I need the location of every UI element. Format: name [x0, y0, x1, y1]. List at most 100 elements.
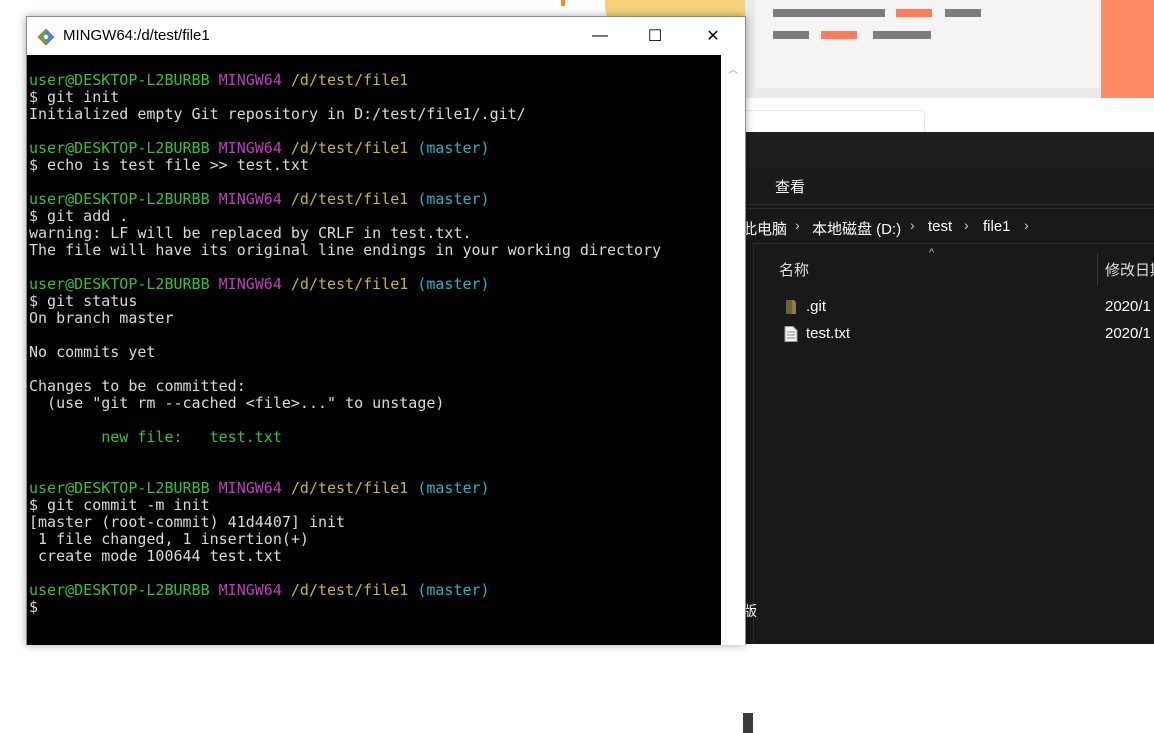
terminal-prompt-line: user@DESKTOP-L2BURBB MINGW64 /d/test/fil…: [29, 276, 721, 293]
illustration-bar: [773, 9, 885, 17]
prompt-path: /d/test/file1: [290, 190, 409, 208]
breadcrumb-separator: ›: [910, 217, 915, 233]
terminal-prompt-line: user@DESKTOP-L2BURBB MINGW64 /d/test/fil…: [29, 480, 721, 497]
folder-icon: [786, 300, 796, 314]
prompt-user: user@DESKTOP-L2BURBB: [29, 479, 210, 497]
text-file-icon: [784, 326, 798, 342]
prompt-user: user@DESKTOP-L2BURBB: [29, 71, 210, 89]
explorer-ribbon: 查看: [732, 168, 1154, 205]
terminal-output-line: $ git add .: [29, 207, 129, 225]
illustration-bar: [896, 9, 932, 17]
prompt-branch: (master): [417, 275, 490, 293]
terminal-output-line: new file: test.txt: [29, 428, 282, 446]
terminal-output-line: $: [29, 598, 39, 616]
file-explorer-window: 查看 此电脑 › 本地磁盘 (D:) › test › file1 › ▸ ▸ …: [732, 132, 1154, 733]
prompt-env: MINGW64: [218, 275, 282, 293]
file-name: test.txt: [806, 325, 851, 342]
file-date: 2020/1: [1105, 298, 1151, 315]
nav-scrollbar[interactable]: [743, 713, 753, 733]
column-divider[interactable]: [1097, 253, 1098, 285]
illustration-bar: [873, 31, 931, 39]
scrollbar-track[interactable]: [721, 77, 745, 645]
prompt-user: user@DESKTOP-L2BURBB: [29, 581, 210, 599]
terminal-output-line: 1 file changed, 1 insertion(+): [29, 530, 309, 548]
breadcrumb-separator: ›: [1024, 217, 1029, 233]
breadcrumb-this-pc[interactable]: 此电脑: [742, 218, 787, 239]
terminal-output-line: The file will have its original line end…: [29, 241, 662, 259]
prompt-path: /d/test/file1: [290, 71, 409, 89]
prompt-path: /d/test/file1: [290, 139, 409, 157]
maximize-icon: ☐: [647, 28, 663, 45]
prompt-env: MINGW64: [218, 479, 282, 497]
breadcrumb-separator: ›: [964, 217, 969, 233]
terminal-prompt-line: user@DESKTOP-L2BURBB MINGW64 /d/test/fil…: [29, 582, 721, 599]
prompt-env: MINGW64: [218, 71, 282, 89]
explorer-titlebar: [732, 132, 1154, 168]
prompt-branch: (master): [417, 581, 490, 599]
terminal-output-line: create mode 100644 test.txt: [29, 547, 282, 565]
terminal-output[interactable]: user@DESKTOP-L2BURBB MINGW64 /d/test/fil…: [27, 55, 721, 645]
terminal-output-line: Initialized empty Git repository in D:/t…: [29, 105, 526, 123]
terminal-output-line: $ git init: [29, 88, 120, 106]
close-icon: ✕: [706, 28, 720, 45]
window-title: MINGW64:/d/test/file1: [63, 27, 210, 44]
scroll-up-icon[interactable]: ︿: [728, 61, 738, 76]
maximize-button[interactable]: ☐: [632, 17, 678, 55]
prompt-branch: (master): [417, 139, 490, 157]
address-bar[interactable]: 此电脑 › 本地磁盘 (D:) › test › file1 ›: [732, 208, 1154, 244]
git-logo-icon: [37, 28, 55, 46]
breadcrumb-file1[interactable]: file1: [983, 218, 1011, 235]
terminal-output-line: $ echo is test file >> test.txt: [29, 156, 309, 174]
file-name: .git: [806, 298, 827, 315]
ribbon-tab-view[interactable]: 查看: [775, 176, 805, 197]
file-date: 2020/1: [1105, 325, 1151, 342]
illustration-orange-block: [1101, 0, 1154, 98]
prompt-env: MINGW64: [218, 139, 282, 157]
terminal-output-line: (use "git rm --cached <file>..." to unst…: [29, 394, 445, 412]
prompt-user: user@DESKTOP-L2BURBB: [29, 139, 210, 157]
file-row-git[interactable]: .git 2020/1: [776, 295, 1154, 321]
illustration-bar: [945, 9, 981, 17]
illustration-bar: [821, 31, 857, 39]
column-header-modified[interactable]: 修改日期: [1105, 259, 1154, 280]
minimize-button[interactable]: —: [577, 17, 623, 55]
prompt-path: /d/test/file1: [290, 581, 409, 599]
breadcrumb-separator: ›: [795, 217, 800, 233]
file-row-test-txt[interactable]: test.txt 2020/1: [776, 322, 1154, 348]
terminal-output-line: On branch master: [29, 309, 174, 327]
column-header-name[interactable]: 名称: [779, 259, 809, 280]
terminal-output-line: $ git status: [29, 292, 138, 310]
prompt-branch: (master): [417, 190, 490, 208]
close-button[interactable]: ✕: [690, 17, 736, 55]
orange-mark: [561, 0, 565, 6]
terminal-output-line: No commits yet: [29, 343, 156, 361]
terminal-prompt-line: user@DESKTOP-L2BURBB MINGW64 /d/test/fil…: [29, 72, 721, 89]
illustration-bar: [773, 31, 809, 39]
prompt-path: /d/test/file1: [290, 275, 409, 293]
terminal-output-line: $ git commit -m init: [29, 496, 210, 514]
prompt-branch: (master): [417, 479, 490, 497]
minimize-icon: —: [592, 27, 608, 44]
sort-ascending-icon: ^: [929, 247, 935, 259]
terminal-window[interactable]: MINGW64:/d/test/file1 — ☐ ✕ user@DESKTOP…: [26, 16, 746, 645]
terminal-titlebar[interactable]: MINGW64:/d/test/file1 — ☐ ✕: [27, 17, 745, 55]
prompt-path: /d/test/file1: [290, 479, 409, 497]
prompt-env: MINGW64: [218, 581, 282, 599]
prompt-env: MINGW64: [218, 190, 282, 208]
terminal-prompt-line: user@DESKTOP-L2BURBB MINGW64 /d/test/fil…: [29, 191, 721, 208]
terminal-scrollbar[interactable]: ︿: [721, 55, 745, 645]
breadcrumb-test[interactable]: test: [928, 218, 952, 235]
prompt-user: user@DESKTOP-L2BURBB: [29, 275, 210, 293]
terminal-prompt-line: user@DESKTOP-L2BURBB MINGW64 /d/test/fil…: [29, 140, 721, 157]
breadcrumb-local-disk[interactable]: 本地磁盘 (D:): [812, 218, 901, 239]
terminal-output-line: warning: LF will be replaced by CRLF in …: [29, 224, 472, 242]
